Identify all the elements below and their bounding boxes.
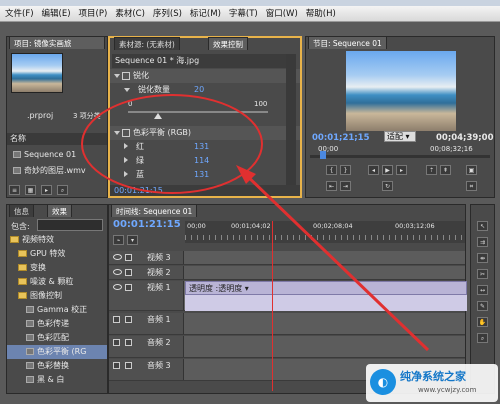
annotation-ellipse <box>81 94 263 194</box>
watermark-logo-icon: ◐ <box>370 369 396 395</box>
annotation-arrow <box>241 170 430 352</box>
watermark-url: www.ycwjzy.com <box>418 386 477 394</box>
watermark-title: 纯净系统之家 <box>400 370 466 383</box>
watermark: ◐ 纯净系统之家 www.ycwjzy.com <box>366 364 498 402</box>
annotation-overlay <box>81 94 430 352</box>
